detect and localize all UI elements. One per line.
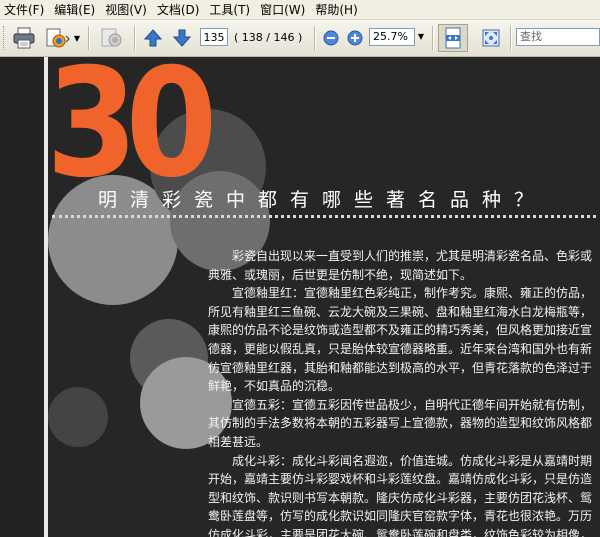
toolbar-separator <box>88 26 90 50</box>
page-number-input[interactable]: 135 <box>200 28 228 46</box>
decor-circle <box>48 387 108 447</box>
toolbar-separator <box>134 26 136 50</box>
paragraph: 成化斗彩：成化斗彩闻名遐迩，价值连城。仿成化斗彩是从嘉靖时期开始，嘉靖主要仿斗彩… <box>208 453 593 537</box>
zoom-in-icon <box>347 30 363 46</box>
hand-tool-button[interactable] <box>96 26 126 50</box>
send-button[interactable] <box>42 26 72 50</box>
menu-bar: 文件(F) 编辑(E) 视图(V) 文档(D) 工具(T) 窗口(W) 帮助(H… <box>0 0 600 20</box>
fit-width-button[interactable] <box>440 26 466 50</box>
menu-file[interactable]: 文件(F) <box>0 1 50 18</box>
full-screen-button[interactable] <box>478 26 504 50</box>
zoom-out-icon <box>323 30 339 46</box>
toolbar-grip[interactable] <box>3 26 7 50</box>
fit-page-icon <box>482 29 500 47</box>
zoom-level-input[interactable]: 25.7% <box>369 28 415 46</box>
disabled-tool-icon <box>101 28 122 47</box>
dotted-divider <box>52 215 596 218</box>
search-input[interactable]: 查找 <box>516 28 600 46</box>
toolbar: ▼ 135 ( 138 / 146 ) 25.7% ▼ 查找 <box>0 20 600 57</box>
menu-document[interactable]: 文档(D) <box>153 1 206 18</box>
menu-help[interactable]: 帮助(H) <box>311 1 363 18</box>
zoom-dropdown[interactable]: ▼ <box>415 28 427 46</box>
paragraph: 宣德五彩：宣德五彩因传世品极少，自明代正德年间开始就有仿制，其仿制的手法多数将本… <box>208 397 593 449</box>
menu-window[interactable]: 窗口(W) <box>256 1 311 18</box>
arrow-up-icon <box>143 29 163 47</box>
menu-edit[interactable]: 编辑(E) <box>50 1 101 18</box>
page-count-label: ( 138 / 146 ) <box>234 31 303 44</box>
arrow-down-icon <box>172 29 192 47</box>
print-button[interactable] <box>10 26 38 50</box>
fit-width-icon <box>445 27 461 49</box>
page-title: 明清彩瓷中都有哪些著名品种？ <box>98 189 547 211</box>
document-send-icon <box>46 28 70 48</box>
paragraph: 彩瓷自出现以来一直受到人们的推崇，尤其是明清彩瓷名品、色彩或典雅、或瑰丽，后世更… <box>208 249 593 282</box>
menu-tools[interactable]: 工具(T) <box>205 1 256 18</box>
paragraph: 宣德釉里红：宣德釉里红色彩纯正，制作考究。康熙、雍正的仿品，所见有釉里红三鱼碗、… <box>208 286 593 394</box>
toolbar-separator <box>314 26 316 50</box>
toolbar-separator <box>510 26 512 50</box>
toolbar-separator <box>432 26 434 50</box>
chevron-down-icon: ▼ <box>73 33 81 43</box>
document-viewport[interactable]: 30 明清彩瓷中都有哪些著名品种？ 彩瓷自出现以来一直受到人们的推崇，尤其是明清… <box>0 57 600 537</box>
chevron-down-icon: ▼ <box>417 32 425 41</box>
send-dropdown[interactable]: ▼ <box>72 26 82 50</box>
previous-page-button[interactable] <box>141 26 165 50</box>
menu-view[interactable]: 视图(V) <box>101 1 153 18</box>
next-page-button[interactable] <box>170 26 194 50</box>
zoom-in-button[interactable] <box>345 26 365 50</box>
zoom-out-button[interactable] <box>321 26 341 50</box>
chapter-number: 30 <box>46 57 217 211</box>
printer-icon <box>13 27 35 49</box>
article-body: 彩瓷自出现以来一直受到人们的推崇，尤其是明清彩瓷名品、色彩或典雅、或瑰丽，后世更… <box>208 247 592 537</box>
